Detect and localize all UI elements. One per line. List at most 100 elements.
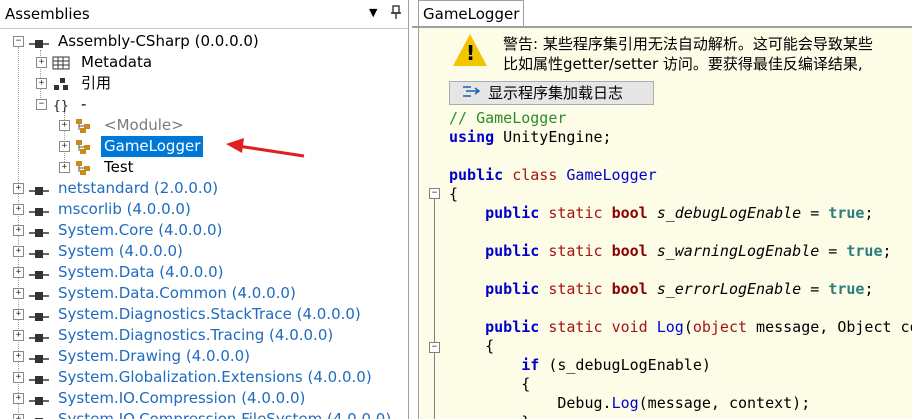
expand-toggle[interactable]: + [13, 267, 24, 278]
tab-gamelogger[interactable]: GameLogger [418, 0, 525, 27]
code-line: if (s_debugLogEnable) [521, 356, 711, 374]
code-line: // GameLogger [449, 109, 567, 127]
tree-item[interactable]: + System.Core (4.0.0.0) [0, 220, 408, 241]
assembly-icon [29, 328, 49, 342]
tree-item[interactable]: + netstandard (2.0.0.0) [0, 178, 408, 199]
namespace-icon: {} [52, 97, 69, 114]
tree-item[interactable]: + GameLogger [0, 136, 408, 157]
log-list-icon [462, 85, 481, 99]
tree-item-label: System.IO.Compression (4.0.0.0) [58, 389, 306, 407]
tree-item[interactable]: + Test [0, 157, 408, 178]
tree-item-label: System.Diagnostics.Tracing (4.0.0.0) [58, 326, 334, 344]
code-line: Debug.Log(message, context); [557, 394, 811, 412]
tree-item-label: System.Data (4.0.0.0) [58, 263, 224, 281]
editor-panel: GameLogger ! 警告: 某些程序集引用无法自动解析。这可能会导致某些 … [412, 0, 912, 419]
svg-text:{}: {} [53, 99, 69, 112]
expand-toggle[interactable]: + [13, 204, 24, 215]
expand-toggle[interactable]: + [59, 120, 70, 131]
assembly-icon [29, 244, 49, 258]
tree-item-label: System.Data.Common (4.0.0.0) [58, 284, 296, 302]
tree-item[interactable]: + System.Drawing (4.0.0.0) [0, 346, 408, 367]
expand-toggle[interactable]: + [13, 393, 24, 404]
tree-item[interactable]: + System (4.0.0.0) [0, 241, 408, 262]
code-view[interactable]: ! 警告: 某些程序集引用无法自动解析。这可能会导致某些 比如属性getter/… [418, 28, 912, 419]
show-assembly-log-label: 显示程序集加载日志 [488, 84, 624, 102]
tree-item[interactable]: + System.Data (4.0.0.0) [0, 262, 408, 283]
tree-item[interactable]: + System.Data.Common (4.0.0.0) [0, 283, 408, 304]
assembly-icon [29, 181, 49, 195]
code-line: } [449, 412, 530, 419]
expand-toggle[interactable]: + [13, 288, 24, 299]
assembly-icon [29, 202, 49, 216]
tree-item[interactable]: − Assembly-CSharp (0.0.0.0) [0, 31, 408, 52]
tree-item[interactable]: + System.Globalization.Extensions (4.0.0.… [0, 367, 408, 388]
tree-item[interactable]: + System.Diagnostics.StackTrace (4.0.0.0) [0, 304, 408, 325]
fold-toggle-class[interactable]: − [429, 188, 440, 199]
class-icon [75, 160, 91, 175]
tree-item-label: System.Core (4.0.0.0) [58, 221, 223, 239]
tree-item-label: <Module> [104, 116, 184, 134]
expand-toggle[interactable]: + [13, 351, 24, 362]
tree-item-label: System.Drawing (4.0.0.0) [58, 347, 251, 365]
warning-icon: ! [453, 34, 487, 66]
expand-toggle[interactable]: + [59, 141, 70, 152]
code-line: public static void Log(object message, O… [485, 318, 912, 336]
show-assembly-log-button[interactable]: 显示程序集加载日志 [449, 81, 654, 105]
tree-item[interactable]: + 引用 [0, 73, 408, 94]
panel-header: Assemblies ▼ [0, 0, 408, 29]
fold-toggle-method[interactable]: − [429, 342, 440, 353]
assembly-icon [29, 265, 49, 279]
tree-item[interactable]: + System.IO.Compression.FileSystem (4.0.0… [0, 409, 408, 419]
tree-item[interactable]: + <Module> [0, 115, 408, 136]
tree-item[interactable]: + mscorlib (4.0.0.0) [0, 199, 408, 220]
tree-item-label: - [81, 95, 87, 113]
tree-item-label: netstandard (2.0.0.0) [58, 179, 219, 197]
code-line: public static bool s_warningLogEnable = … [485, 242, 892, 260]
expand-toggle[interactable]: + [36, 78, 47, 89]
tree-item[interactable]: + Metadata [0, 52, 408, 73]
expand-toggle[interactable]: + [13, 372, 24, 383]
warning-line-1: 警告: 某些程序集引用无法自动解析。这可能会导致某些 [503, 35, 873, 53]
code-line: { [521, 375, 531, 393]
metadata-icon [52, 55, 70, 70]
tree-item[interactable]: + System.Diagnostics.Tracing (4.0.0.0) [0, 325, 408, 346]
tree-item[interactable]: + System.IO.Compression (4.0.0.0) [0, 388, 408, 409]
expand-toggle[interactable]: + [13, 225, 24, 236]
expand-toggle[interactable]: + [13, 414, 24, 419]
collapse-toggle[interactable]: − [13, 36, 24, 47]
tree-item-label: Metadata [81, 53, 153, 71]
expand-toggle[interactable]: + [36, 57, 47, 68]
expand-toggle[interactable]: + [13, 183, 24, 194]
tree-item-label: System (4.0.0.0) [58, 242, 183, 260]
code-line: { [485, 337, 495, 355]
tree-item-label: Test [104, 158, 134, 176]
code-line: public class GameLogger [449, 166, 657, 184]
tree-item-label: GameLogger [101, 136, 204, 157]
tree-item-label: System.Globalization.Extensions (4.0.0.0… [58, 368, 372, 386]
code-line: public static bool s_debugLogEnable = tr… [485, 204, 874, 222]
tree-item[interactable]: −{} - [0, 94, 408, 115]
assembly-icon [29, 307, 49, 321]
assembly-icon [29, 286, 49, 300]
assembly-icon [29, 223, 49, 237]
dropdown-arrow-icon[interactable]: ▼ [369, 6, 377, 19]
code-line: { [449, 185, 459, 203]
panel-title: Assemblies [5, 5, 90, 23]
tree-item-label: 引用 [81, 74, 112, 92]
warning-line-2: 比如属性getter/setter 访问。要获得最佳反编译结果, [503, 55, 863, 73]
tree-item-label: mscorlib (4.0.0.0) [58, 200, 191, 218]
assembly-icon [29, 370, 49, 384]
tree-item-label: System.IO.Compression.FileSystem (4.0.0.… [58, 410, 392, 419]
expand-toggle[interactable]: + [13, 330, 24, 341]
class-icon [75, 139, 91, 154]
references-icon [52, 76, 68, 90]
expand-toggle[interactable]: + [13, 309, 24, 320]
assemblies-panel: Assemblies ▼ − Assembly-CSharp (0.0.0.0) +… [0, 0, 409, 419]
assembly-icon [29, 391, 49, 405]
collapse-toggle[interactable]: − [36, 99, 47, 110]
assembly-icon [29, 349, 49, 363]
expand-toggle[interactable]: + [13, 246, 24, 257]
expand-toggle[interactable]: + [59, 162, 70, 173]
code-line: public static bool s_errorLogEnable = tr… [485, 280, 874, 298]
pin-icon[interactable] [391, 5, 401, 23]
